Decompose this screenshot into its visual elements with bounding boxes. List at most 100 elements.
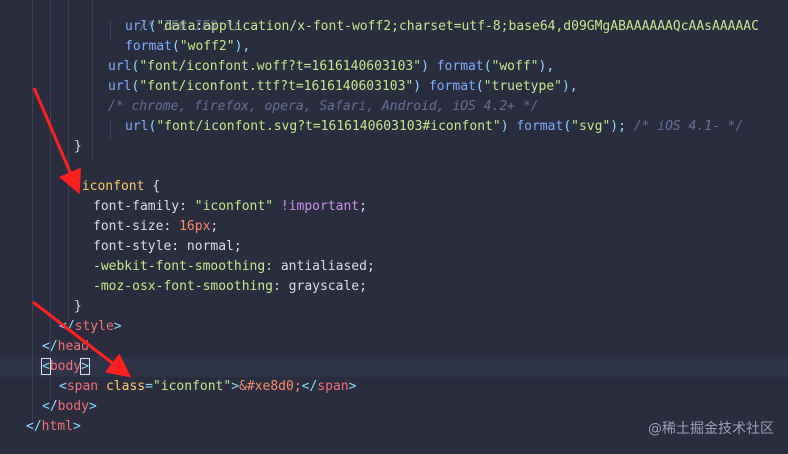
code-property: font-family: [93,199,187,214]
code-punctuation: ( [483,59,492,74]
code-tag: style [74,319,114,334]
code-line-20: <span class="iconfont">&#xe8d0;</span> [59,377,356,397]
code-selector: .iconfont [74,179,145,194]
code-punctuation: ), [561,79,578,94]
code-string: "truetype" [483,79,562,94]
code-function: url [125,19,149,34]
code-line-2: url("data:application/x-font-woff2;chars… [125,17,759,37]
code-punctuation: ); [610,119,626,134]
code-string: "font/iconfont.svg?t=1616140603103#iconf… [156,119,501,134]
indent-guide [92,0,93,160]
code-line-11: font-family: "iconfont" !important; [93,197,367,217]
code-punctuation: ( [171,39,180,54]
code-punctuation: </ [301,379,318,394]
code-value: normal [186,239,234,254]
code-comment: /* chrome, firefox, opera, Safari, Andro… [108,99,539,114]
code-string: "font/iconfont.ttf?t=1616140603103" [139,79,414,94]
code-line-3: format("woff2"), [125,37,250,57]
code-value: antialiased [280,259,367,274]
code-property: font-size: [93,219,172,234]
code-string: "svg" [571,119,611,134]
code-function: format [436,59,484,74]
indent-guide [110,120,111,140]
code-punctuation: </ [42,339,58,354]
code-punctuation: > [113,319,122,334]
code-function: format [125,39,172,54]
code-string: "woff2" [179,39,235,54]
code-important: !important [280,199,360,214]
code-tag: html [41,419,73,434]
code-line-22: </html> [26,417,81,437]
code-line-10: .iconfont { [74,177,160,197]
code-property: font-style: [93,239,180,254]
code-string: "iconfont" [194,199,274,214]
code-line-18: </head [42,337,89,357]
code-punctuation: ; [366,259,375,274]
code-punctuation: </ [59,319,75,334]
code-function: url [125,119,149,134]
code-function: format [428,79,476,94]
matched-bracket: < [41,358,51,375]
code-line-15: -moz-osx-font-smoothing: grayscale; [93,277,367,297]
code-punctuation: > [88,399,97,414]
code-attribute: class [105,379,146,394]
code-line-17: </style> [59,317,122,337]
code-line-8: } [74,137,82,157]
code-punctuation: ), [234,39,251,54]
code-line-16: } [74,297,82,317]
current-line-highlight [0,357,788,377]
code-tag: span [66,379,99,394]
code-punctuation: ) [500,119,509,134]
code-punctuation: ( [475,79,484,94]
code-property: -webkit-font-smoothing: [93,259,274,274]
code-brace: } [74,139,82,154]
code-comment: /* iOS 4.1- */ [633,119,744,134]
code-function: url [108,59,132,74]
code-function: url [108,79,132,94]
code-brace: { [152,179,161,194]
code-property: -moz-osx-font-smoothing: [93,279,281,294]
code-string: "font/iconfont.woff?t=1616140603103" [139,59,422,74]
code-punctuation: ), [538,59,555,74]
code-entity: &#xe8d0; [239,379,302,394]
code-punctuation: = [145,379,153,394]
code-punctuation: </ [42,399,58,414]
code-line-7: url ( "font/iconfont.svg?t=1616140603103#i… [125,117,743,137]
code-line-5: url ( "font/iconfont.ttf?t=1616140603103")… [108,77,578,97]
code-string: "data:application/x-font-woff2;charset=u… [156,19,759,34]
code-line-21: </body> [42,397,97,417]
code-punctuation: ; [210,219,219,234]
watermark: @稀土掘金技术社区 [648,421,774,437]
code-punctuation: ; [359,199,367,214]
indent-guide [68,0,69,320]
code-line-13: font-style: normal; [93,237,242,257]
code-line-12: font-size: 16px; [93,217,218,237]
code-punctuation: ; [233,239,242,254]
code-line-4: url ( "font/iconfont.woff?t=1616140603103"… [108,57,554,77]
code-value: grayscale [288,279,360,294]
code-punctuation: </ [26,419,42,434]
code-line-14: -webkit-font-smoothing: antialiased; [93,257,375,277]
code-tag: body [57,399,89,414]
code-line-19: <body> [41,357,90,377]
code-number: 16px [179,219,211,234]
indent-guide [32,0,33,420]
code-tag: head [57,339,89,354]
code-line-1: /* IE6-IE8 */ [108,0,241,34]
code-punctuation: > [231,379,240,394]
code-string: "woff" [491,59,539,74]
code-brace: } [74,299,82,314]
code-tag: body [49,359,82,374]
code-editor[interactable]: /* IE6-IE8 */ url("data:application/x-fo… [0,0,788,454]
matched-bracket: > [80,358,90,375]
code-line-6: /* chrome, firefox, opera, Safari, Andro… [108,97,538,117]
code-punctuation: ( [563,119,572,134]
code-punctuation: < [59,379,67,394]
code-punctuation: ) [421,59,429,74]
code-punctuation: > [72,419,81,434]
code-string: "iconfont" [152,379,232,394]
code-punctuation: > [348,379,357,394]
code-punctuation: ) [413,79,422,94]
code-punctuation: ; [359,279,367,294]
code-function: format [516,119,564,134]
